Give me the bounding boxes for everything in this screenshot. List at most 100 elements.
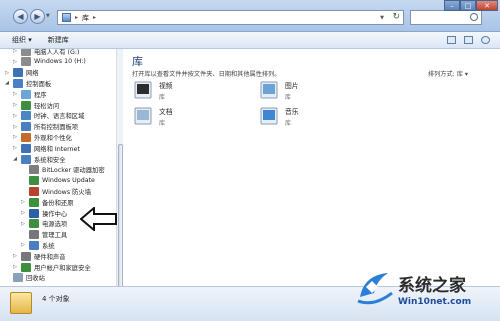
new-library-button[interactable]: 新建库: [48, 35, 69, 45]
navigation-pane: ▷ 电脑人人有 (G:) ▷ Windows 10 (H:) ▷ 网络 ◢ 控制面板 ▷ 程序 ▷ 轻…: [0, 49, 122, 286]
watermark-logo: [357, 273, 393, 305]
library-item[interactable]: 视频库: [133, 80, 173, 101]
sidebar-item-label: 时钟、语言和区域: [34, 113, 85, 121]
pictures-library-icon: [259, 80, 279, 100]
library-type: 库: [159, 120, 166, 127]
library-type: 库: [285, 120, 292, 127]
folder-icon: [21, 57, 31, 67]
address-bar[interactable]: ▸ 库 ▸ ▼ ↻: [57, 10, 404, 25]
library-icon: [62, 13, 71, 22]
folder-icon: [21, 262, 31, 272]
expand-arrow-icon[interactable]: ▷: [12, 113, 18, 119]
folder-icon: [21, 49, 31, 56]
page-title: 库: [132, 55, 143, 68]
sidebar-item-label: BitLocker 驱动器加密: [42, 167, 105, 175]
expand-arrow-icon[interactable]: ▷: [12, 124, 18, 130]
expand-arrow-icon[interactable]: ◢: [12, 156, 18, 162]
help-icon[interactable]: [481, 36, 490, 44]
folder-icon: [13, 78, 23, 88]
expand-arrow-icon[interactable]: ▷: [12, 134, 18, 140]
expand-arrow-icon[interactable]: ▷: [12, 49, 18, 54]
sidebar-item-label: 控制面板: [26, 80, 52, 88]
search-input[interactable]: [410, 10, 482, 25]
sidebar-item[interactable]: 回收站: [4, 272, 45, 284]
sidebar-item-label: Windows Update: [42, 177, 95, 185]
folder-icon: [21, 143, 31, 153]
expand-arrow-icon[interactable]: ▷: [20, 242, 26, 248]
refresh-icon[interactable]: ↻: [392, 12, 400, 22]
title-bar: ◀ ▶ ▼ ▸ 库 ▸ ▼ ↻ – □ ✕: [0, 0, 500, 32]
pointer-arrow-icon: [80, 207, 117, 231]
library-name: 视频: [159, 82, 173, 90]
expand-arrow-icon[interactable]: ◢: [4, 80, 10, 86]
sidebar-item-label: 回收站: [26, 275, 45, 283]
sidebar-item-label: 操作中心: [42, 210, 68, 218]
command-toolbar: 组织 ▾ 新建库: [0, 32, 500, 49]
expand-arrow-icon[interactable]: ▷: [12, 91, 18, 97]
back-arrow-icon: ◀: [17, 12, 24, 21]
recent-pages-dropdown[interactable]: ▼: [46, 13, 51, 19]
folder-icon: [29, 230, 39, 240]
close-button[interactable]: ✕: [476, 0, 498, 11]
arrange-by-dropdown[interactable]: 排列方式: 库 ▾: [428, 69, 468, 78]
library-name: 音乐: [285, 108, 299, 116]
folder-icon: [29, 165, 39, 175]
sidebar-item-label: 系统和安全: [34, 156, 66, 164]
library-item[interactable]: 图片库: [259, 80, 299, 101]
expand-arrow-icon[interactable]: ▷: [20, 210, 26, 216]
sidebar-item-label: 电脑人人有 (G:): [34, 49, 80, 56]
sidebar-item-label: Windows 防火墙: [42, 188, 92, 196]
watermark-site: Win10net.com: [398, 297, 472, 307]
organize-menu-button[interactable]: 组织 ▾: [12, 35, 32, 45]
maximize-button[interactable]: □: [460, 0, 476, 11]
folder-icon: [29, 219, 39, 229]
breadcrumb-separator-icon[interactable]: ▸: [75, 14, 78, 21]
folder-icon: [21, 251, 31, 261]
breadcrumb-library[interactable]: 库: [82, 13, 89, 23]
sidebar-item-label: 备份和还原: [42, 199, 74, 207]
window-controls: – □ ✕: [444, 0, 498, 11]
forward-button[interactable]: ▶: [30, 9, 45, 24]
folder-icon: [29, 240, 39, 250]
folder-icon: [21, 122, 31, 132]
folder-icon: [21, 132, 31, 142]
sidebar-item-label: 所有控制面板项: [34, 124, 79, 132]
library-type: 库: [159, 94, 166, 101]
folder-icon: [21, 111, 31, 121]
folder-icon: [13, 68, 23, 78]
folder-icon: [21, 154, 31, 164]
folder-icon: [29, 208, 39, 218]
forward-arrow-icon: ▶: [34, 12, 41, 21]
expand-arrow-icon[interactable]: ▷: [20, 221, 26, 227]
expand-arrow-icon[interactable]: ▷: [12, 102, 18, 108]
folder-icon: [13, 273, 23, 283]
address-dropdown-icon[interactable]: ▼: [380, 15, 384, 21]
folder-icon: [29, 186, 39, 196]
minimize-button[interactable]: –: [444, 0, 460, 11]
view-options-icon[interactable]: [447, 36, 456, 44]
video-library-icon: [133, 80, 153, 100]
sidebar-item-label: 电源选项: [42, 221, 68, 229]
sidebar-item-label: 管理工具: [42, 232, 68, 240]
preview-pane-icon[interactable]: [464, 36, 473, 44]
expand-arrow-icon[interactable]: ▷: [12, 145, 18, 151]
folder-icon: [29, 197, 39, 207]
sidebar-item-label: 程序: [34, 91, 47, 99]
sidebar-item-label: 用户帐户和家庭安全: [34, 264, 91, 272]
folder-icon: [29, 176, 39, 186]
expand-arrow-icon[interactable]: ▷: [12, 264, 18, 270]
back-button[interactable]: ◀: [13, 9, 28, 24]
sidebar-item-label: 网络: [26, 70, 39, 78]
navigation-scrollbar[interactable]: [116, 49, 123, 294]
expand-arrow-icon[interactable]: ▷: [4, 70, 10, 76]
folder-icon: [21, 100, 31, 110]
sidebar-item-label: Windows 10 (H:): [34, 58, 86, 66]
library-item[interactable]: 音乐库: [259, 106, 299, 127]
expand-arrow-icon[interactable]: ▷: [12, 253, 18, 259]
breadcrumb-separator-icon[interactable]: ▸: [93, 14, 96, 21]
search-icon: [470, 13, 478, 21]
expand-arrow-icon[interactable]: ▷: [20, 199, 26, 205]
library-item[interactable]: 文档库: [133, 106, 173, 127]
expand-arrow-icon[interactable]: ▷: [12, 59, 18, 65]
library-name: 图片: [285, 82, 299, 90]
